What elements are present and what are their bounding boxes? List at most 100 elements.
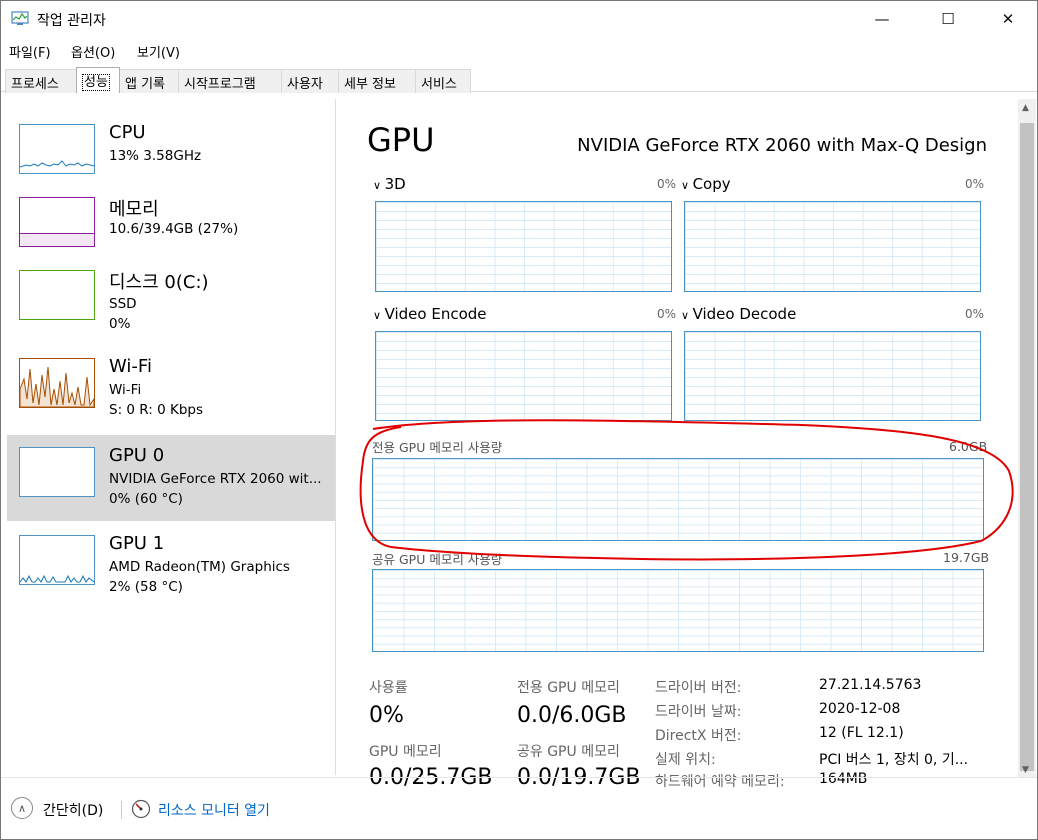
task-manager-icon: [11, 11, 29, 25]
engine-3d-percent: 0%: [657, 177, 677, 191]
reserved-memory-value: 164MB: [819, 771, 868, 787]
fewer-details-button[interactable]: 간단히(D): [43, 800, 103, 820]
tab-label: 앱 기록: [125, 77, 166, 92]
wifi-thumbnail-graph: [19, 358, 95, 408]
tab-app-history[interactable]: 앱 기록: [119, 69, 179, 93]
shared-memory-label: 공유 GPU 메모리 사용량: [372, 552, 503, 567]
sidebar-cpu-usage: 13% 3.58GHz: [109, 148, 202, 164]
dedicated-stat-value: 0.0/6.0GB: [517, 703, 627, 728]
close-icon: ✕: [1001, 10, 1015, 28]
sidebar-item-disk[interactable]: 디스크 0(C:) SSD 0%: [7, 258, 335, 344]
sidebar-cpu-name: CPU: [109, 122, 146, 143]
physical-location-value: PCI 버스 1, 장치 0, 기...: [819, 752, 969, 768]
utilization-value: 0%: [369, 703, 404, 728]
gpu1-thumbnail-graph: [19, 535, 95, 585]
resource-sidebar: CPU 13% 3.58GHz 메모리 10.6/39.4GB (27%) 디스…: [7, 99, 335, 775]
cpu-sparkline: [19, 160, 95, 168]
scroll-up-icon[interactable]: ▲: [1022, 103, 1029, 113]
disk-thumbnail-graph: [19, 270, 95, 320]
scrollbar-thumb[interactable]: [1020, 123, 1034, 771]
sidebar-gpu1-usage: 2% (58 °C): [109, 579, 183, 595]
sidebar-gpu1-name: GPU 1: [109, 533, 165, 554]
sidebar-wifi-throughput: S: 0 R: 0 Kbps: [109, 402, 203, 418]
dedicated-stat-label: 전용 GPU 메모리: [517, 680, 620, 696]
sidebar-disk-name: 디스크 0(C:): [109, 272, 209, 293]
utilization-label: 사용률: [369, 680, 408, 696]
chevron-down-icon: ∨: [681, 179, 693, 192]
gpu-memory-label: GPU 메모리: [369, 744, 442, 760]
engine-encode-selector[interactable]: ∨ Video Encode: [373, 305, 487, 323]
menu-bar: 파일(F) 옵션(O) 보기(V): [1, 39, 1037, 61]
chevron-down-icon: ∨: [373, 179, 385, 192]
engine-decode-selector[interactable]: ∨ Video Decode: [681, 305, 796, 323]
driver-version-label: 드라이버 버전:: [655, 680, 742, 696]
menu-options[interactable]: 옵션(O): [71, 42, 115, 61]
tab-label: 사용자: [287, 77, 323, 92]
sidebar-gpu1-model: AMD Radeon(TM) Graphics: [109, 559, 290, 575]
physical-location-label: 실제 위치:: [655, 752, 716, 768]
maximize-button[interactable]: ☐: [925, 1, 971, 37]
shared-memory-max: 19.7GB: [943, 550, 990, 565]
engine-copy-graph: [684, 201, 981, 292]
chevron-up-icon[interactable]: ∧: [11, 797, 33, 819]
gpu1-sparkline: [19, 574, 95, 583]
gpu-model-name: NVIDIA GeForce RTX 2060 with Max-Q Desig…: [577, 135, 987, 156]
engine-3d-selector[interactable]: ∨ 3D: [373, 175, 406, 193]
cpu-thumbnail-graph: [19, 124, 95, 174]
sidebar-wifi-name: Wi-Fi: [109, 356, 152, 377]
gpu-detail-panel: GPU NVIDIA GeForce RTX 2060 with Max-Q D…: [341, 99, 1017, 790]
dedicated-memory-graph: [372, 458, 984, 541]
tab-label: 시작프로그램: [184, 77, 256, 92]
chevron-down-icon: ∨: [681, 309, 693, 322]
menu-view[interactable]: 보기(V): [137, 42, 180, 61]
engine-encode-graph: [375, 331, 672, 421]
shared-stat-label: 공유 GPU 메모리: [517, 744, 620, 760]
driver-version-value: 27.21.14.5763: [819, 677, 922, 693]
engine-copy-percent: 0%: [965, 177, 985, 191]
engine-3d-graph: [375, 201, 672, 292]
shared-memory-graph: [372, 569, 984, 652]
vertical-scrollbar[interactable]: ▲ ▼: [1018, 99, 1036, 777]
maximize-icon: ☐: [941, 10, 955, 28]
tab-label: 서비스: [421, 77, 457, 92]
tab-startup[interactable]: 시작프로그램: [178, 69, 282, 93]
task-manager-window: 작업 관리자 — ☐ ✕ 파일(F) 옵션(O) 보기(V) 프로세스 성능 앱…: [0, 0, 1038, 840]
engine-decode-graph: [684, 331, 981, 421]
engine-copy-label: Copy: [692, 175, 731, 193]
minimize-icon: —: [874, 10, 890, 28]
open-resource-monitor-link[interactable]: 리소스 모니터 열기: [158, 800, 270, 820]
page-title: GPU: [367, 121, 435, 159]
sidebar-item-gpu1[interactable]: GPU 1 AMD Radeon(TM) Graphics 2% (58 °C): [7, 523, 335, 609]
sidebar-memory-usage: 10.6/39.4GB (27%): [109, 221, 239, 237]
dedicated-memory-label: 전용 GPU 메모리 사용량: [372, 440, 503, 455]
close-button[interactable]: ✕: [985, 1, 1031, 37]
sidebar-gpu0-usage: 0% (60 °C): [109, 491, 183, 507]
footer-divider: [1, 777, 1037, 778]
menu-file[interactable]: 파일(F): [9, 42, 51, 61]
tab-bar: 프로세스 성능 앱 기록 시작프로그램 사용자 세부 정보 서비스: [1, 67, 1037, 93]
scroll-down-icon[interactable]: ▼: [1022, 765, 1029, 775]
reserved-memory-label: 하드웨어 예약 메모리:: [655, 774, 785, 790]
tab-performance[interactable]: 성능: [76, 67, 120, 93]
tab-label: 세부 정보: [344, 77, 396, 92]
tab-services[interactable]: 서비스: [415, 69, 471, 93]
sidebar-gpu0-name: GPU 0: [109, 445, 165, 466]
tab-processes[interactable]: 프로세스: [5, 69, 77, 93]
tab-details[interactable]: 세부 정보: [338, 69, 416, 93]
window-title: 작업 관리자: [37, 13, 106, 29]
sidebar-memory-name: 메모리: [109, 199, 159, 220]
dedicated-memory-max: 6.0GB: [949, 439, 988, 454]
minimize-button[interactable]: —: [859, 1, 905, 37]
title-bar: 작업 관리자 — ☐ ✕: [1, 1, 1037, 37]
sidebar-disk-usage: 0%: [109, 316, 131, 332]
sidebar-item-gpu0[interactable]: GPU 0 NVIDIA GeForce RTX 2060 wit... 0% …: [7, 435, 335, 521]
gpu0-thumbnail-graph: [19, 447, 95, 497]
sidebar-disk-type: SSD: [109, 296, 137, 312]
tab-users[interactable]: 사용자: [281, 69, 339, 93]
sidebar-item-wifi[interactable]: Wi-Fi Wi-Fi S: 0 R: 0 Kbps: [7, 346, 335, 432]
directx-version-label: DirectX 버전:: [655, 728, 742, 744]
memory-thumbnail-graph: [19, 197, 95, 247]
sidebar-gpu0-model: NVIDIA GeForce RTX 2060 wit...: [109, 471, 322, 487]
engine-copy-selector[interactable]: ∨ Copy: [681, 175, 731, 193]
tab-label: 프로세스: [11, 77, 59, 92]
